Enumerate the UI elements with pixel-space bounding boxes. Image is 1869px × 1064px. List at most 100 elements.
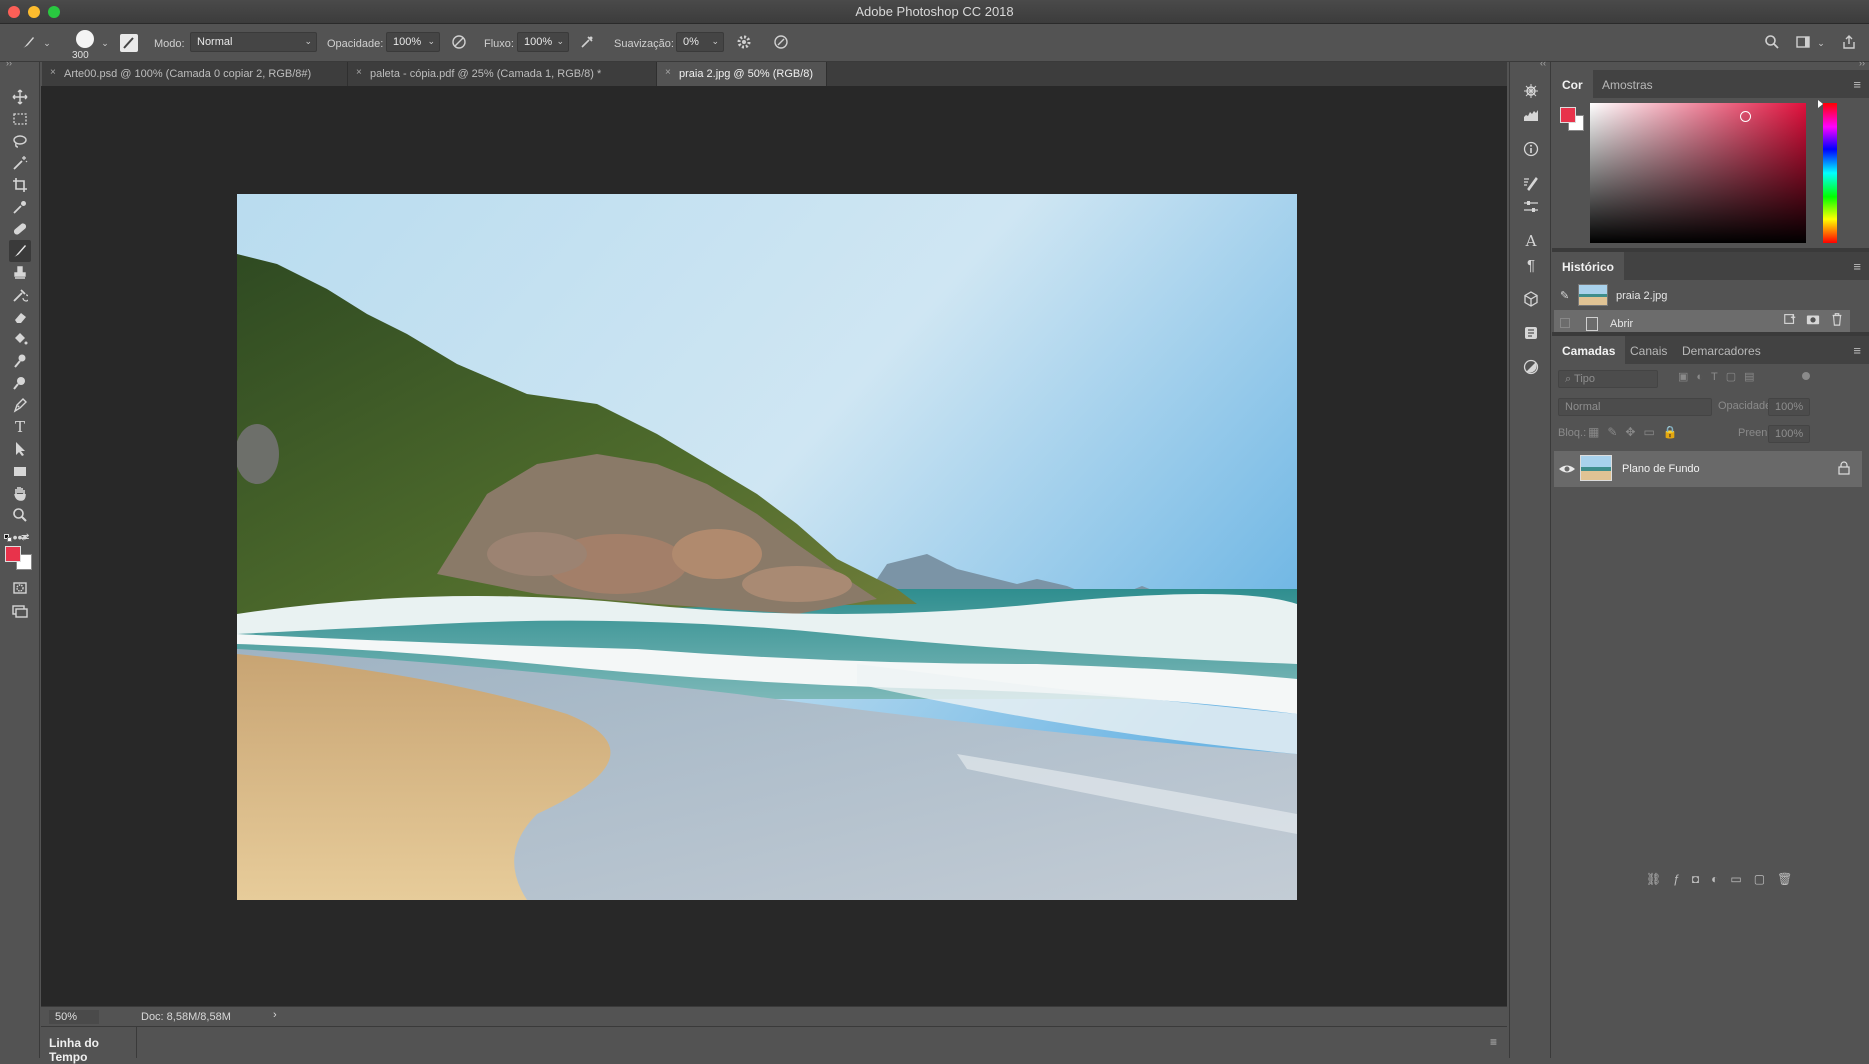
navigator-icon[interactable] bbox=[1520, 80, 1542, 102]
status-menu-arrow[interactable]: › bbox=[273, 1009, 277, 1021]
new-document-from-state-icon[interactable] bbox=[1783, 312, 1799, 328]
brush-tip-preview[interactable] bbox=[76, 30, 94, 48]
hand-icon[interactable] bbox=[9, 482, 31, 504]
history-source-checkbox[interactable] bbox=[1560, 318, 1570, 328]
share-icon[interactable] bbox=[1840, 34, 1858, 52]
close-icon[interactable]: × bbox=[665, 67, 671, 78]
tab-channels[interactable]: Canais bbox=[1620, 336, 1677, 364]
tab-arte00[interactable]: × Arte00.psd @ 100% (Camada 0 copiar 2, R… bbox=[42, 62, 348, 86]
histogram-icon[interactable] bbox=[1520, 104, 1542, 126]
layer-opacity-input[interactable]: 100% bbox=[1768, 398, 1810, 416]
paragraph-icon[interactable]: ¶ bbox=[1520, 254, 1542, 276]
tab-layers[interactable]: Camadas bbox=[1552, 336, 1626, 364]
pen-icon[interactable] bbox=[9, 394, 31, 416]
panel-menu-icon[interactable]: ≡ bbox=[1853, 77, 1861, 92]
smoothing-input[interactable]: 0% ⌄ bbox=[676, 32, 724, 52]
panel-menu-icon[interactable]: ≡ bbox=[1853, 259, 1861, 274]
history-item-label: Abrir bbox=[1610, 318, 1634, 330]
close-icon[interactable]: × bbox=[356, 67, 362, 78]
marquee-icon[interactable] bbox=[9, 108, 31, 130]
tab-praia[interactable]: × praia 2.jpg @ 50% (RGB/8) bbox=[657, 62, 827, 86]
paint-bucket-icon[interactable] bbox=[9, 328, 31, 350]
tab-paths[interactable]: Demarcadores bbox=[1672, 336, 1771, 364]
timeline-tab[interactable]: Linha do Tempo bbox=[41, 1027, 137, 1064]
brush-tool-preset-icon[interactable] bbox=[20, 34, 38, 52]
history-snapshot[interactable]: ✎ praia 2.jpg bbox=[1554, 282, 1850, 310]
lock-icon[interactable] bbox=[1838, 461, 1850, 475]
brush-presets-icon[interactable] bbox=[1520, 172, 1542, 194]
path-select-icon[interactable] bbox=[9, 438, 31, 460]
mode-select[interactable]: Normal ⌄ bbox=[190, 32, 317, 52]
eraser-icon[interactable] bbox=[9, 306, 31, 328]
panel-foreground-swatch[interactable] bbox=[1560, 107, 1576, 123]
foreground-color-swatch[interactable] bbox=[5, 546, 21, 562]
character-icon[interactable]: A bbox=[1520, 230, 1542, 252]
filter-toggle[interactable] bbox=[1802, 372, 1810, 380]
tab-history[interactable]: Histórico bbox=[1552, 252, 1625, 280]
layer-name: Plano de Fundo bbox=[1622, 463, 1700, 475]
screen-mode-icon[interactable] bbox=[9, 600, 31, 622]
hue-slider-handle[interactable] bbox=[1818, 100, 1823, 108]
color-picker-handle[interactable] bbox=[1740, 111, 1751, 122]
opacity-input[interactable]: 100% ⌄ bbox=[386, 32, 440, 52]
workspace-icon[interactable] bbox=[1794, 34, 1812, 52]
smudge-icon[interactable] bbox=[9, 350, 31, 372]
chevron-down-icon[interactable]: ⌄ bbox=[38, 34, 56, 52]
chevron-down-icon[interactable]: ⌄ bbox=[1812, 34, 1830, 52]
move-icon[interactable] bbox=[9, 86, 31, 108]
pressure-size-icon[interactable] bbox=[772, 34, 790, 52]
layer-filter-select[interactable]: ⌕ Tipo bbox=[1558, 370, 1658, 388]
tab-paleta[interactable]: × paleta - cópia.pdf @ 25% (Camada 1, RGB… bbox=[348, 62, 657, 86]
collapse-toolbar-icon[interactable]: ›› bbox=[6, 58, 12, 68]
layer-filter-icons[interactable]: ▣◐T▢▤ bbox=[1678, 370, 1763, 383]
zoom-level-input[interactable]: 50% bbox=[49, 1010, 99, 1024]
document-canvas[interactable] bbox=[41, 86, 1507, 1006]
zoom-icon[interactable] bbox=[9, 504, 31, 526]
fill-input[interactable]: 100% bbox=[1768, 425, 1810, 443]
gear-icon[interactable] bbox=[735, 34, 753, 52]
color-field[interactable] bbox=[1590, 103, 1806, 243]
collapse-icon[interactable]: ‹‹ bbox=[1540, 58, 1546, 68]
airbrush-icon[interactable] bbox=[578, 34, 596, 52]
lock-icons[interactable]: ▦✎✥▭🔒 bbox=[1588, 425, 1686, 439]
magic-wand-icon[interactable] bbox=[9, 152, 31, 174]
close-icon[interactable]: × bbox=[50, 67, 56, 78]
3d-icon[interactable] bbox=[1520, 288, 1542, 310]
libraries-icon[interactable] bbox=[1520, 322, 1542, 344]
trash-icon[interactable] bbox=[1830, 312, 1846, 328]
eyedropper-icon[interactable] bbox=[9, 196, 31, 218]
hue-slider[interactable] bbox=[1823, 103, 1837, 243]
rectangle-icon[interactable] bbox=[9, 460, 31, 482]
lasso-icon[interactable] bbox=[9, 130, 31, 152]
dodge-icon[interactable] bbox=[9, 372, 31, 394]
quick-mask-icon[interactable] bbox=[9, 577, 31, 599]
panel-menu-icon[interactable]: ≡ bbox=[1853, 343, 1861, 358]
flow-input[interactable]: 100% ⌄ bbox=[517, 32, 569, 52]
properties-icon[interactable] bbox=[1520, 356, 1542, 378]
healing-icon[interactable] bbox=[9, 218, 31, 240]
camera-icon[interactable] bbox=[1806, 312, 1822, 328]
tab-color[interactable]: Cor bbox=[1552, 70, 1593, 98]
crop-icon[interactable] bbox=[9, 174, 31, 196]
stamp-icon[interactable] bbox=[9, 262, 31, 284]
expand-icon[interactable]: ›› bbox=[1859, 58, 1865, 68]
swap-colors-icon[interactable]: ⇄ bbox=[21, 532, 29, 543]
tab-swatches[interactable]: Amostras bbox=[1592, 70, 1663, 98]
pressure-opacity-icon[interactable] bbox=[450, 34, 468, 52]
adjustments-icon[interactable] bbox=[1520, 196, 1542, 218]
history-brush-icon[interactable] bbox=[9, 284, 31, 306]
default-colors-icon[interactable] bbox=[4, 534, 12, 542]
document-size: Doc: 8,58M/8,58M bbox=[141, 1011, 231, 1023]
panel-menu-icon[interactable]: ≡ bbox=[1490, 1035, 1497, 1049]
brush-icon[interactable] bbox=[9, 240, 31, 262]
layers-footer-icons[interactable]: ⛓ƒ◘◐▭▢🗑 bbox=[1646, 872, 1804, 886]
history-brush-source-icon[interactable]: ✎ bbox=[1560, 289, 1574, 303]
type-icon[interactable]: T bbox=[9, 416, 31, 438]
eye-icon[interactable] bbox=[1558, 461, 1576, 477]
brush-settings-panel-icon[interactable] bbox=[120, 34, 138, 52]
layer-row[interactable]: Plano de Fundo bbox=[1554, 451, 1862, 487]
search-icon[interactable] bbox=[1763, 34, 1781, 52]
chevron-down-icon[interactable]: ⌄ bbox=[96, 34, 114, 52]
info-icon[interactable] bbox=[1520, 138, 1542, 160]
blend-mode-select[interactable]: Normal bbox=[1558, 398, 1712, 416]
